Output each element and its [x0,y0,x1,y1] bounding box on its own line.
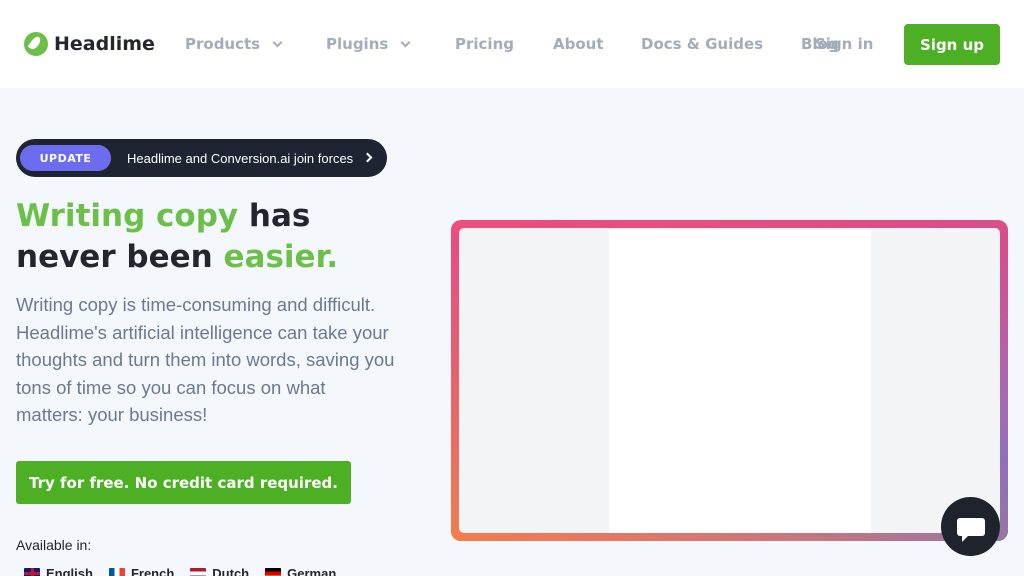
netherlands-flag-icon [190,568,207,576]
language-french[interactable]: French [108,566,175,576]
demo-document-page [609,230,871,533]
chat-widget-button[interactable] [941,497,1000,556]
language-label: English [46,566,93,576]
sign-in-link[interactable]: Sign in [815,35,873,53]
demo-canvas [459,228,1000,533]
language-english[interactable]: English [24,566,93,576]
leaf-logo-icon [24,32,48,56]
update-text: Headlime and Conversion.ai join forces [127,150,354,166]
top-navbar: Headlime Products Plugins Pricing About … [0,0,1024,88]
language-label: Dutch [212,566,250,576]
uk-flag-icon [24,568,40,576]
product-demo-frame [451,220,1008,541]
language-label: French [130,566,175,576]
sign-up-button[interactable]: Sign up [904,24,1000,65]
headline-highlight-end: easier. [223,239,339,275]
language-label: German [287,566,337,576]
update-announcement-banner[interactable]: UPDATE Headlime and Conversion.ai join f… [16,139,387,177]
nav-item-about[interactable]: About [553,35,604,53]
nav-item-plugins[interactable]: Plugins [326,35,411,53]
logo[interactable]: Headlime [24,32,155,56]
language-dutch[interactable]: Dutch [190,566,249,576]
chat-bubble-icon [956,517,985,542]
update-badge: UPDATE [20,145,111,171]
nav-item-products[interactable]: Products [185,35,283,53]
nav-item-label: Plugins [326,35,389,53]
language-list: English French Dutch German [24,566,352,576]
try-for-free-button[interactable]: Try for free. No credit card required. [16,461,351,504]
logo-text: Headlime [54,33,155,55]
nav-item-docs-guides[interactable]: Docs & Guides [641,35,763,53]
chevron-down-icon [400,37,411,48]
nav-item-label: Products [185,35,261,53]
available-in-label: Available in: [16,537,92,553]
france-flag-icon [108,568,125,576]
chevron-right-icon [362,152,373,163]
hero-description: Writing copy is time-consuming and diffi… [16,294,395,425]
hero-headline: Writing copy has never been easier. [16,196,416,278]
headline-highlight: Writing copy [16,198,239,234]
chevron-down-icon [272,37,283,48]
nav-item-pricing[interactable]: Pricing [455,35,514,53]
germany-flag-icon [265,568,282,576]
language-german[interactable]: German [265,566,336,576]
